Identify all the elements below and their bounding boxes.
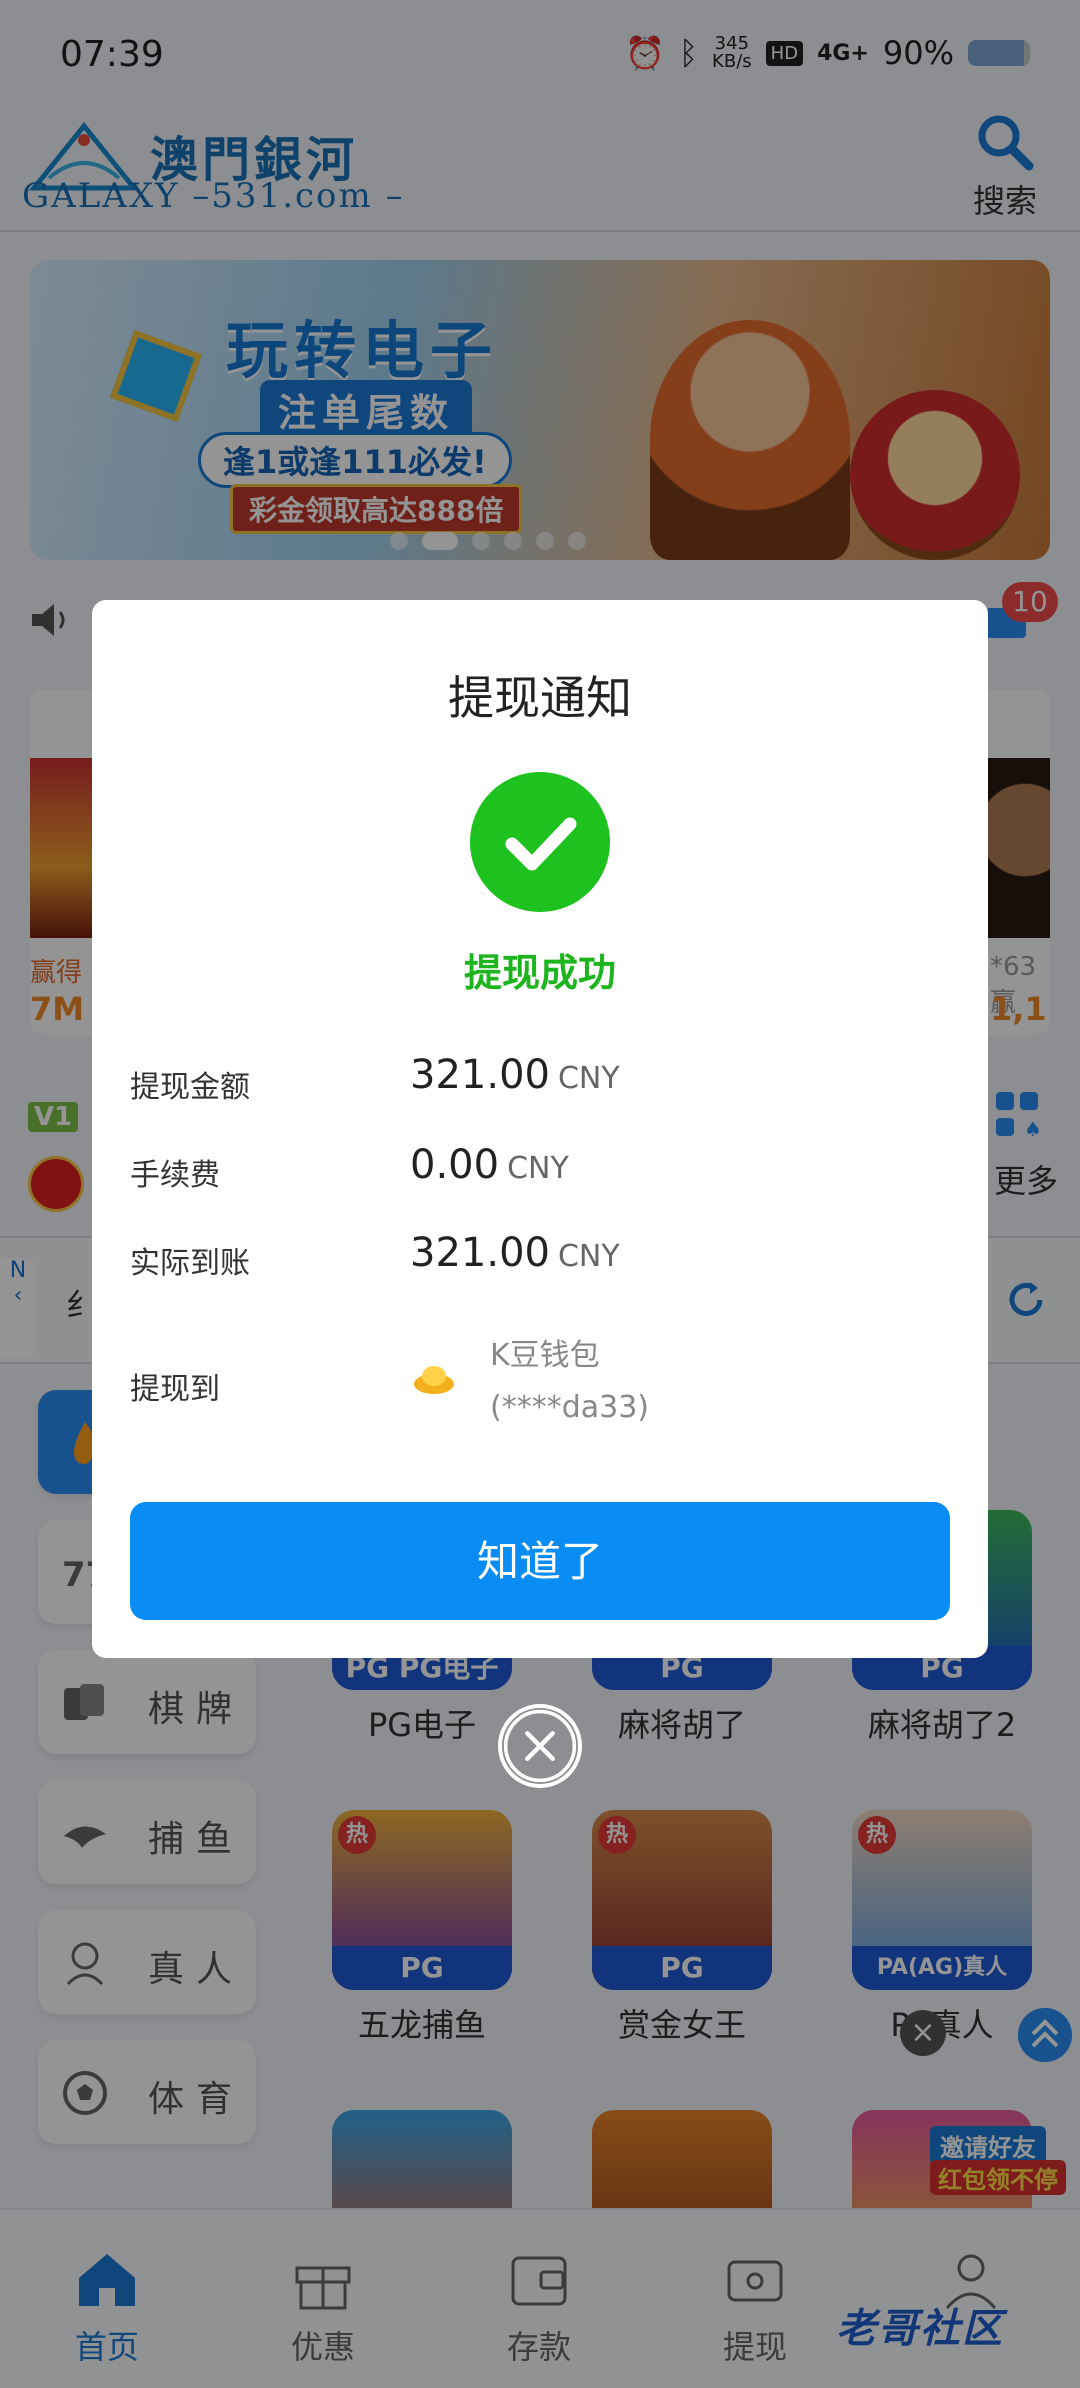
fee-number: 0.00 [410, 1142, 500, 1188]
home-page: 07:39 ⏰ ᛒ 345 KB/s HD 4G+ 90% 澳門銀河 GALAX… [0, 0, 1080, 2388]
received-label: 实际到账 [130, 1246, 250, 1281]
currency-unit: CNY [557, 1239, 620, 1274]
close-icon[interactable] [498, 1704, 582, 1788]
currency-unit: CNY [557, 1061, 620, 1096]
wallet-account: (****da33) [490, 1390, 650, 1425]
amount-value: 321.00 CNY [410, 1052, 620, 1098]
acknowledge-button[interactable]: 知道了 [130, 1502, 950, 1620]
destination-label: 提现到 [130, 1372, 220, 1407]
received-number: 321.00 [410, 1230, 550, 1276]
received-value: 321.00 CNY [410, 1230, 620, 1276]
withdraw-notice-dialog: 提现通知 提现成功 提现金额 321.00 CNY 手续费 0.00 CNY 实际到… [92, 600, 988, 1658]
wallet-name: K豆钱包 [490, 1338, 600, 1373]
fee-label: 手续费 [130, 1158, 220, 1193]
status-text: 提现成功 [463, 951, 616, 995]
fee-value: 0.00 CNY [410, 1142, 569, 1188]
amount-number: 321.00 [410, 1052, 550, 1098]
amount-label: 提现金额 [130, 1070, 250, 1105]
currency-unit: CNY [507, 1151, 569, 1186]
gold-ingot-icon [414, 1366, 454, 1394]
dialog-title: 提现通知 [448, 671, 632, 725]
checkmark-icon [470, 772, 610, 912]
